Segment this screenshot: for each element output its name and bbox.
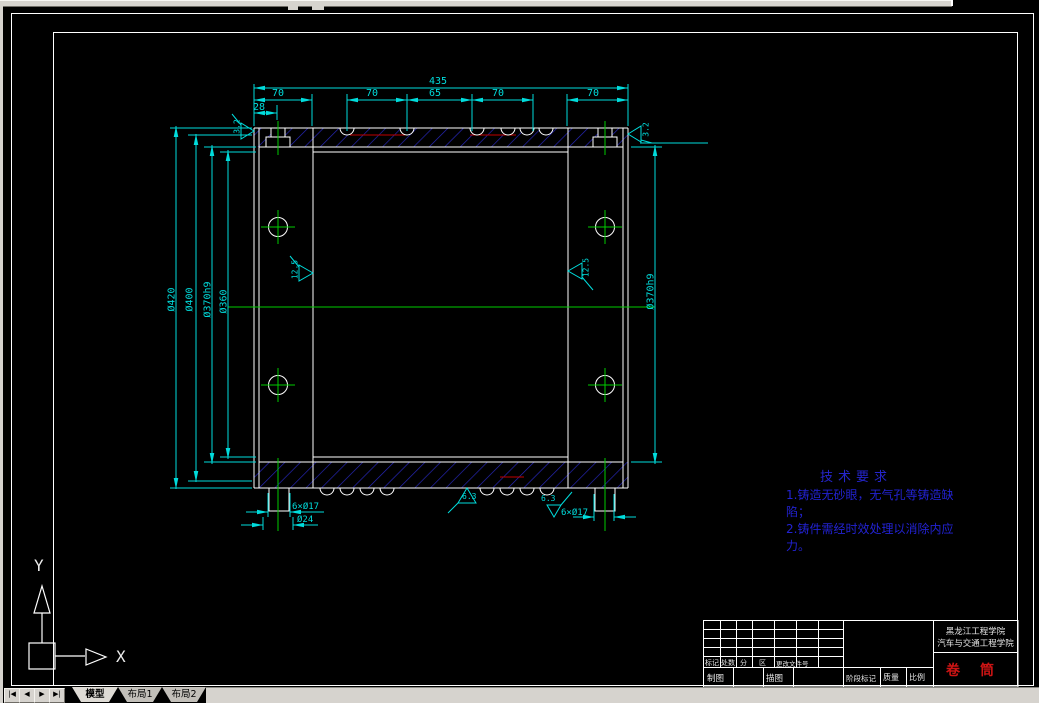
part-name: 卷筒 xyxy=(946,663,1014,679)
ucs-y-label: Y xyxy=(34,556,44,575)
tab-nav-prev-button[interactable]: ◀ xyxy=(19,688,35,703)
ucs-x-label: X xyxy=(116,647,126,666)
drawing-frame xyxy=(11,13,1034,686)
dim-seg-65: 65 xyxy=(429,88,442,99)
roughness-bottom-right: 6.3 xyxy=(541,494,556,503)
dim-total-width: 435 xyxy=(429,76,448,87)
layout-tab-bar: |◀ ◀ ▶ ▶| 模型 布局1 布局2 xyxy=(0,686,1039,703)
dim-dia-370h9-left: Ø370h9 xyxy=(202,281,214,318)
horizontal-scrollbar[interactable] xyxy=(206,687,1039,703)
tech-requirements-title: 技术要求 xyxy=(820,470,893,485)
dim-dia-360: Ø360 xyxy=(218,289,230,314)
institution-name-line1: 黑龙江工程学院 xyxy=(945,627,1006,637)
dim-seg-70b: 70 xyxy=(366,88,379,99)
tab-layout2[interactable]: 布局2 xyxy=(162,687,206,702)
revision-label-docno: 更改文件号 xyxy=(776,660,809,668)
dim-bolt-circle: Ø24 xyxy=(297,515,314,525)
roughness-bottom-mid: 6.3 xyxy=(462,492,477,501)
dim-dia-420: Ø420 xyxy=(166,287,178,312)
ucs-icon xyxy=(28,583,108,670)
dim-bolt-holes-right: 6×Ø17 xyxy=(561,508,589,518)
rope-lines xyxy=(350,134,524,478)
tracer-label: 描图 xyxy=(766,674,784,684)
tab-model[interactable]: 模型 xyxy=(72,687,118,702)
revision-label-count: 处数 xyxy=(721,659,735,667)
scale-label: 比例 xyxy=(909,673,925,682)
roughness-mid-right: 12.5 xyxy=(581,257,591,278)
part-section-outline xyxy=(253,127,629,512)
revision-label-zone1: 分 xyxy=(740,659,747,667)
roughness-top-right: 3.2 xyxy=(641,122,651,137)
tech-requirements-line: 力。 xyxy=(786,539,811,553)
drawing-canvas[interactable] xyxy=(0,0,1039,703)
roughness-mid-left: 12.5 xyxy=(290,259,300,280)
tech-requirements-line: 1.铸造无砂眼，无气孔等铸造缺 xyxy=(786,488,954,502)
dim-seg-70a: 70 xyxy=(272,88,285,99)
dim-dia-400: Ø400 xyxy=(184,287,196,312)
dim-seg-70c: 70 xyxy=(492,88,505,99)
tech-requirements-line: 陷； xyxy=(786,505,811,519)
dim-dia-370h9-right: Ø370h9 xyxy=(645,273,657,310)
roughness-top-left: 3.2 xyxy=(232,119,242,134)
institution-name-line2: 汽车与交通工程学院 xyxy=(937,639,1014,649)
stage-mark-label: 阶段标记 xyxy=(846,674,876,683)
revision-label-mark: 标记 xyxy=(705,659,719,667)
tab-layout1[interactable]: 布局1 xyxy=(118,687,162,702)
section-hatching xyxy=(254,128,628,488)
tab-nav-last-button[interactable]: ▶| xyxy=(49,688,65,703)
dim-seg-70d: 70 xyxy=(587,88,600,99)
maker-label: 制图 xyxy=(707,674,725,684)
tech-requirements-line: 2.铸件需经时效处理以消除内应 xyxy=(786,522,954,536)
revision-label-zone2: 区 xyxy=(759,659,766,667)
cad-drawing-window: 435 70 70 65 70 70 28 Ø420 Ø400 Ø370h9 Ø… xyxy=(0,0,1039,703)
dim-offset-28: 28 xyxy=(253,102,266,113)
mass-label: 质量 xyxy=(883,673,899,682)
tab-nav-next-button[interactable]: ▶ xyxy=(34,688,50,703)
tab-nav-first-button[interactable]: |◀ xyxy=(4,688,20,703)
dim-bolt-holes-left: 6×Ø17 xyxy=(292,502,320,512)
